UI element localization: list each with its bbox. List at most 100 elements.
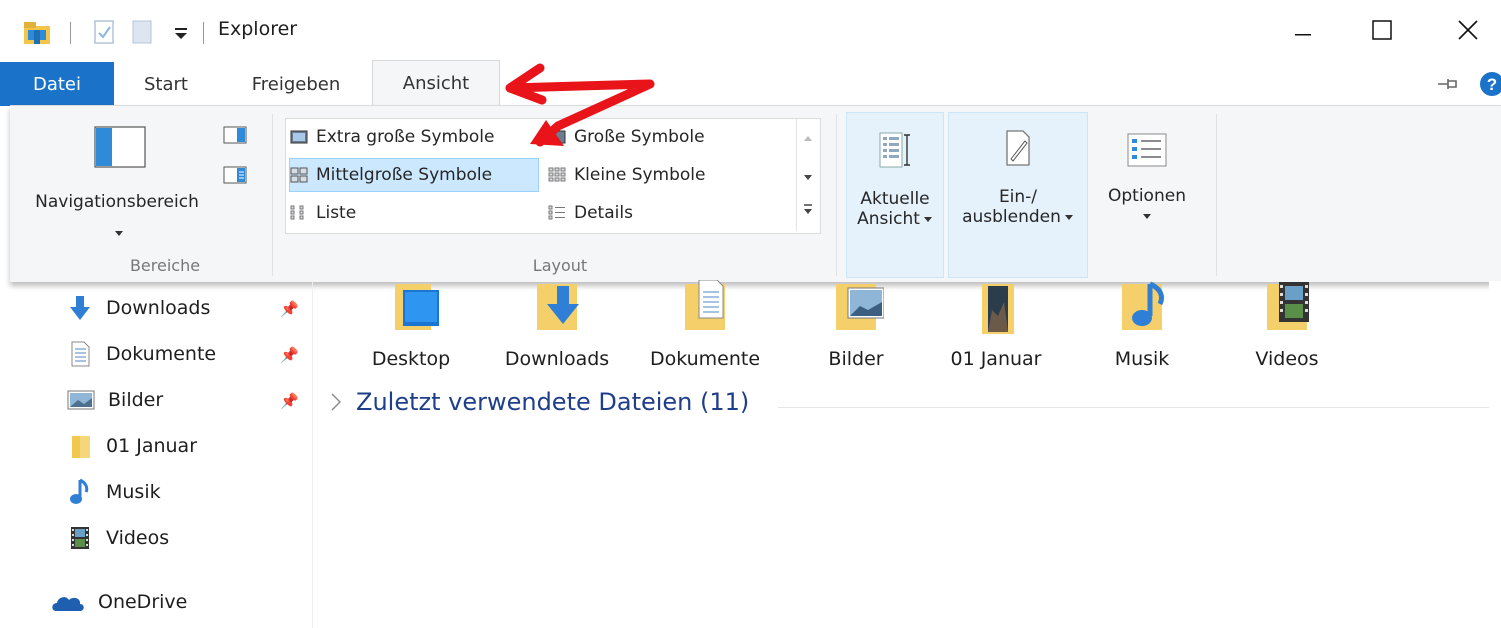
folder-label: Downloads [504,348,610,370]
pin-ribbon-icon[interactable] [1436,76,1460,92]
pin-icon[interactable]: 📌 [280,300,299,318]
nav-item-label: 01 Januar [106,435,198,457]
navigation-pane-button[interactable]: Navigationsbereich [14,118,220,238]
folder-label: Musik [1114,348,1170,370]
nav-item-label: Videos [106,527,170,549]
content-scrollbar-track[interactable] [1489,281,1501,628]
folder-01-januar[interactable]: 01 Januar [936,280,1056,370]
layout-details[interactable]: Details [548,197,778,229]
customize-quick-access-chevron-icon[interactable] [172,22,190,42]
folder-label: Videos [1255,348,1319,370]
tab-start[interactable]: Start [118,62,214,106]
pin-icon[interactable]: 📌 [280,346,299,364]
options-icon [1126,132,1168,168]
close-button[interactable] [1438,10,1498,50]
show-hide-dropdown-icon [1064,215,1073,220]
onedrive-label: OneDrive [98,591,188,613]
maximize-button[interactable] [1352,10,1412,50]
details-pane-icon[interactable] [223,166,247,184]
onedrive-cloud-icon [52,597,84,611]
nav-item-downloads[interactable]: Downloads [66,288,210,328]
tab-ansicht[interactable]: Ansicht [372,60,500,105]
layout-small-label: Kleine Symbole [574,165,706,185]
options-dropdown-icon [1143,214,1151,219]
nav-item-dokumente[interactable]: Dokumente [66,334,216,374]
show-hide-icon [1003,129,1033,169]
folder-dokumente[interactable]: Dokumente [645,280,765,370]
navigation-pane-large-icon [94,126,146,168]
layout-medium-icons[interactable]: Mittelgroße Symbole [289,158,539,192]
window-title: Explorer [218,18,298,40]
recent-files-group-header[interactable]: Zuletzt verwendete Dateien (11) [330,388,749,416]
folder-musik[interactable]: Musik [1082,280,1202,370]
title-separator [203,22,204,44]
folder-label: Dokumente [649,348,761,370]
ribbon-panel: Navigationsbereich Bereiche Extra große … [10,105,1501,282]
nav-item-label: Musik [106,481,161,503]
small-icons-icon [548,167,566,183]
download-arrow-icon [70,296,90,320]
folder-desktop[interactable]: Desktop [351,280,471,370]
current-view-icon [878,131,912,171]
minimize-icon [1295,34,1311,36]
group-separator [836,114,837,276]
nav-item-01-januar[interactable]: 01 Januar [66,426,197,466]
folder-label: Desktop [371,348,451,370]
folder-icon [72,436,90,458]
tab-datei[interactable]: Datei [0,62,114,106]
layout-details-label: Details [574,203,633,223]
group-label-bereiche: Bereiche [129,256,201,275]
nav-item-videos[interactable]: Videos [66,518,169,558]
maximize-icon [1372,20,1392,40]
title-bar: Explorer [0,0,1501,60]
gallery-scrollbar[interactable] [796,119,819,231]
options-label: Optionen [1108,186,1186,206]
recent-files-label: Zuletzt verwendete Dateien (11) [356,388,750,416]
folder-label: 01 Januar [950,348,1042,370]
navigation-pane-label: Navigationsbereich [35,192,199,212]
downloads-folder-icon [537,284,579,330]
layout-extra-large-label: Extra große Symbole [316,127,495,147]
show-hide-label-1: Ein-/ [998,187,1038,207]
options-button[interactable]: Optionen [1092,112,1202,276]
folder-downloads[interactable]: Downloads [497,280,617,370]
explorer-app-icon[interactable] [22,20,52,46]
film-icon [71,527,89,549]
music-note-icon [70,478,89,504]
tab-freigeben[interactable]: Freigeben [234,62,358,106]
pin-icon[interactable]: 📌 [280,392,299,410]
group-separator [272,114,273,276]
layout-list[interactable]: Liste [290,197,542,229]
new-folder-icon[interactable] [131,19,153,45]
folder-bilder[interactable]: Bilder [796,280,916,370]
folder-label: Bilder [828,348,884,370]
properties-icon[interactable] [92,19,116,45]
nav-item-label: Bilder [108,389,164,411]
preview-pane-icon[interactable] [223,126,247,144]
nav-item-bilder[interactable]: Bilder [66,380,163,420]
svg-text:?: ? [1487,75,1497,94]
details-view-icon [548,205,566,221]
group-label-layout: Layout [532,256,588,275]
extra-large-icons-icon [290,129,308,145]
current-view-label-2: Ansicht [857,209,920,229]
show-hide-button[interactable]: Ein-/ ausblenden [948,112,1088,278]
layout-medium-label: Mittelgroße Symbole [316,165,493,185]
nav-item-musik[interactable]: Musik [66,472,161,512]
documents-folder-icon [685,280,725,330]
layout-small-icons[interactable]: Kleine Symbole [548,159,778,191]
help-icon[interactable]: ? [1478,70,1501,98]
gallery-scroll-arrows-icon [804,136,812,214]
minimize-button[interactable] [1273,10,1333,50]
current-view-button[interactable]: Aktuelle Ansicht [846,112,944,278]
folder-videos[interactable]: Videos [1227,280,1347,370]
current-view-dropdown-icon [923,217,932,222]
january-folder-icon [982,284,1014,334]
picture-icon [67,390,95,410]
nav-item-onedrive[interactable]: OneDrive [50,582,187,622]
medium-icons-icon [290,167,308,183]
music-folder-icon [1122,281,1165,330]
chevron-right-icon [331,393,341,411]
group-separator [1216,114,1217,276]
close-icon [1458,20,1478,40]
